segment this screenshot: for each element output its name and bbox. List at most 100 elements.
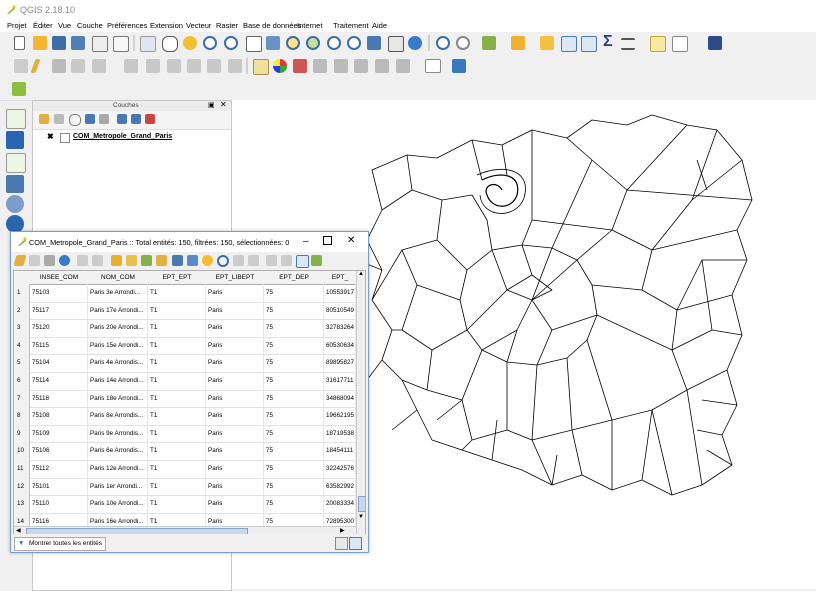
ept-value-cell[interactable]: 18719538 [324,424,356,443]
zoom-full-icon[interactable] [266,36,280,50]
move-feature-icon[interactable] [124,59,138,73]
insee-com-cell[interactable]: 75120 [30,319,88,337]
collapse-all-icon[interactable] [131,114,141,124]
ept-value-cell[interactable]: 32783264 [324,319,356,337]
add-group-icon[interactable] [54,114,64,124]
add-spatialite-layer-icon[interactable] [6,175,24,193]
row-number[interactable]: 8 [14,407,30,425]
menu-preferences[interactable]: Préférences [107,21,147,30]
menu-extension[interactable]: Extension [150,21,183,30]
save-icon[interactable] [52,36,66,50]
ept-libept-cell[interactable]: Paris [206,407,264,425]
pin-label-icon[interactable] [293,59,307,73]
insee-com-cell[interactable]: 75115 [30,336,88,355]
identify-icon[interactable] [436,36,450,50]
paste-icon[interactable] [228,59,242,73]
multi-edit-icon[interactable] [29,255,40,266]
ept-value-cell[interactable]: 20083334 [324,495,356,513]
move-selection-top-icon[interactable] [187,255,198,266]
pan-to-selection-icon[interactable] [183,36,197,50]
row-number[interactable]: 10 [14,442,30,460]
ept-ept-cell[interactable]: T1 [148,354,206,372]
ept-ept-cell[interactable]: T1 [148,372,206,390]
zoom-native-icon[interactable] [246,36,262,52]
conditional-formatting-icon[interactable] [311,255,322,266]
row-number[interactable]: 12 [14,477,30,496]
column-header[interactable]: EPT_DEP [264,271,325,285]
nom-com-cell[interactable]: Paris 10e Arrondi... [88,495,148,513]
ept-libept-cell[interactable]: Paris [206,424,264,443]
select-all-icon[interactable] [126,255,137,266]
delete-selected-icon[interactable] [167,59,181,73]
nom-com-cell[interactable]: Paris 9e Arrondis... [88,424,148,443]
select-by-expression-icon[interactable] [111,255,122,266]
ept-ept-cell[interactable]: T1 [148,407,206,425]
insee-com-cell[interactable]: 75117 [30,301,88,320]
nom-com-cell[interactable]: Paris 8e Arrondis... [88,407,148,425]
diagram-icon[interactable] [273,59,287,73]
table-row[interactable]: 13 75110 Paris 10e Arrondi... T1 Paris 75 2008… [14,495,365,514]
ept-dep-cell[interactable]: 75 [264,477,324,496]
ept-ept-cell[interactable]: T1 [148,442,206,460]
save-as-icon[interactable] [71,36,85,50]
plugin-icon[interactable] [12,82,26,96]
add-feature-icon[interactable] [77,255,88,266]
insee-com-cell[interactable]: 75114 [30,372,88,390]
statistics-icon[interactable] [581,36,597,52]
row-number[interactable]: 7 [14,389,30,408]
ept-ept-cell[interactable]: T1 [148,424,206,443]
ept-value-cell[interactable]: 10553917 [324,284,356,302]
ept-dep-cell[interactable]: 75 [264,354,324,372]
ept-libept-cell[interactable]: Paris [206,336,264,355]
table-row[interactable]: 7 75118 Paris 18e Arrondi... T1 Paris 75 34868… [14,389,365,409]
save-edits-icon[interactable] [52,59,66,73]
new-icon[interactable] [14,36,25,50]
edit-icon[interactable] [14,59,28,73]
ept-libept-cell[interactable]: Paris [206,460,264,478]
ept-ept-cell[interactable]: T1 [148,336,206,355]
table-row[interactable]: 10 75106 Paris 6e Arrondis... T1 Paris 75 1845… [14,442,365,461]
layer-name[interactable]: COM_Metropole_Grand_Paris [73,133,172,140]
ept-ept-cell[interactable]: T1 [148,477,206,496]
nom-com-cell[interactable]: Paris 1er Arrondi... [88,477,148,496]
select-by-value-icon[interactable] [511,36,525,50]
digitize-icon[interactable] [92,59,106,73]
corner-header[interactable] [14,271,31,285]
menu-raster[interactable]: Raster [216,21,238,30]
add-wms-layer-icon[interactable] [6,195,24,213]
column-header[interactable]: EPT_ [324,271,357,285]
insee-com-cell[interactable]: 75103 [30,284,88,302]
row-number[interactable]: 5 [14,354,30,372]
csv-icon[interactable] [425,59,441,73]
measure-icon[interactable] [621,38,635,50]
ept-libept-cell[interactable]: Paris [206,442,264,460]
minimize-icon[interactable]: – [303,236,309,247]
ept-libept-cell[interactable]: Paris [206,284,264,302]
column-header[interactable]: INSEE_COM [30,271,89,285]
ept-dep-cell[interactable]: 75 [264,495,324,513]
ept-value-cell[interactable]: 18454111 [324,442,356,460]
ept-libept-cell[interactable]: Paris [206,495,264,513]
row-number[interactable]: 6 [14,372,30,390]
visibility-icon[interactable] [69,114,81,126]
ept-libept-cell[interactable]: Paris [206,319,264,337]
insee-com-cell[interactable]: 75112 [30,460,88,478]
scroll-left-icon[interactable]: ◀ [16,527,21,534]
row-number[interactable]: 4 [14,336,30,355]
row-number[interactable]: 3 [14,319,30,337]
paste-rows-icon[interactable] [248,255,259,266]
table-row[interactable]: 11 75112 Paris 12e Arrondi... T1 Paris 75 3224… [14,460,365,479]
table-view-icon[interactable] [349,537,362,550]
nom-com-cell[interactable]: Paris 17e Arrondi... [88,301,148,320]
python-icon[interactable] [452,59,466,73]
menu-vue[interactable]: Vue [58,21,71,30]
style-icon[interactable] [39,114,49,124]
attribute-table-grid[interactable]: INSEE_COM NOM_COM EPT_EPT EPT_LIBEPT EPT… [13,270,366,536]
zoom-layer-icon[interactable] [306,36,320,50]
node-tool-icon[interactable] [146,59,160,73]
delete-feature-icon[interactable] [92,255,103,266]
scrollbar-thumb[interactable] [358,496,365,512]
nom-com-cell[interactable]: Paris 6e Arrondis... [88,442,148,460]
insee-com-cell[interactable]: 75106 [30,442,88,460]
add-vector-layer-icon[interactable] [6,109,26,129]
